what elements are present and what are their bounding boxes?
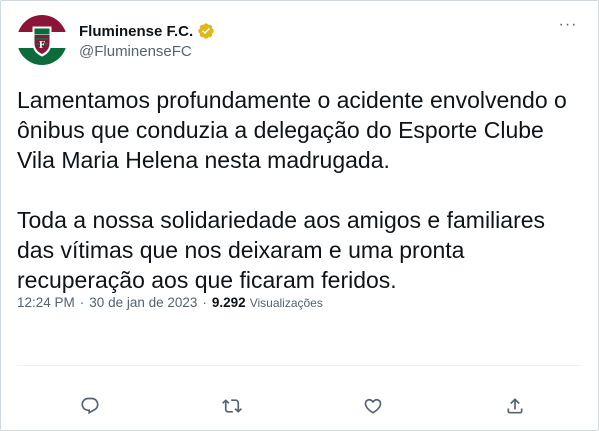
tweet-text: Lamentamos profundamente o acidente envo… <box>17 85 587 295</box>
views-count: 9.292 <box>211 295 246 310</box>
views-label: Visualizações <box>249 295 323 310</box>
display-name-row: Fluminense F.C. <box>79 21 215 41</box>
verified-badge-icon <box>198 23 214 39</box>
tweet-time[interactable]: 12:24 PM <box>17 295 75 310</box>
tweet-card: F Fluminense F.C. @FluminenseFC ··· Lame… <box>0 0 599 431</box>
handle[interactable]: @FluminenseFC <box>79 43 215 60</box>
divider <box>17 365 582 366</box>
meta-separator: · <box>202 295 207 310</box>
reply-button[interactable] <box>77 393 103 419</box>
share-button[interactable] <box>502 393 528 419</box>
fluminense-crest-icon: F <box>17 15 67 65</box>
tweet-header: F Fluminense F.C. @FluminenseFC ··· <box>17 15 586 69</box>
tweet-meta: 12:24 PM · 30 de jan de 2023 · 9.292 Vis… <box>17 295 323 310</box>
retweet-button[interactable] <box>219 393 245 419</box>
tweet-paragraph-2: Toda a nossa solidariedade aos amigos e … <box>17 207 552 293</box>
retweet-icon <box>222 399 242 413</box>
like-icon <box>364 398 382 414</box>
tweet-paragraph-1: Lamentamos profundamente o acidente envo… <box>17 87 574 173</box>
svg-text:F: F <box>39 41 46 51</box>
display-name[interactable]: Fluminense F.C. <box>79 23 193 40</box>
share-icon <box>507 398 523 414</box>
more-options-icon: ··· <box>558 16 578 33</box>
meta-separator: · <box>79 295 85 310</box>
author-names: Fluminense F.C. @FluminenseFC <box>79 21 215 60</box>
action-bar <box>1 393 598 419</box>
avatar[interactable]: F <box>17 15 67 65</box>
reply-icon <box>81 397 99 415</box>
like-button[interactable] <box>360 393 386 419</box>
more-options-button[interactable]: ··· <box>556 16 580 39</box>
tweet-date[interactable]: 30 de jan de 2023 <box>89 295 197 310</box>
